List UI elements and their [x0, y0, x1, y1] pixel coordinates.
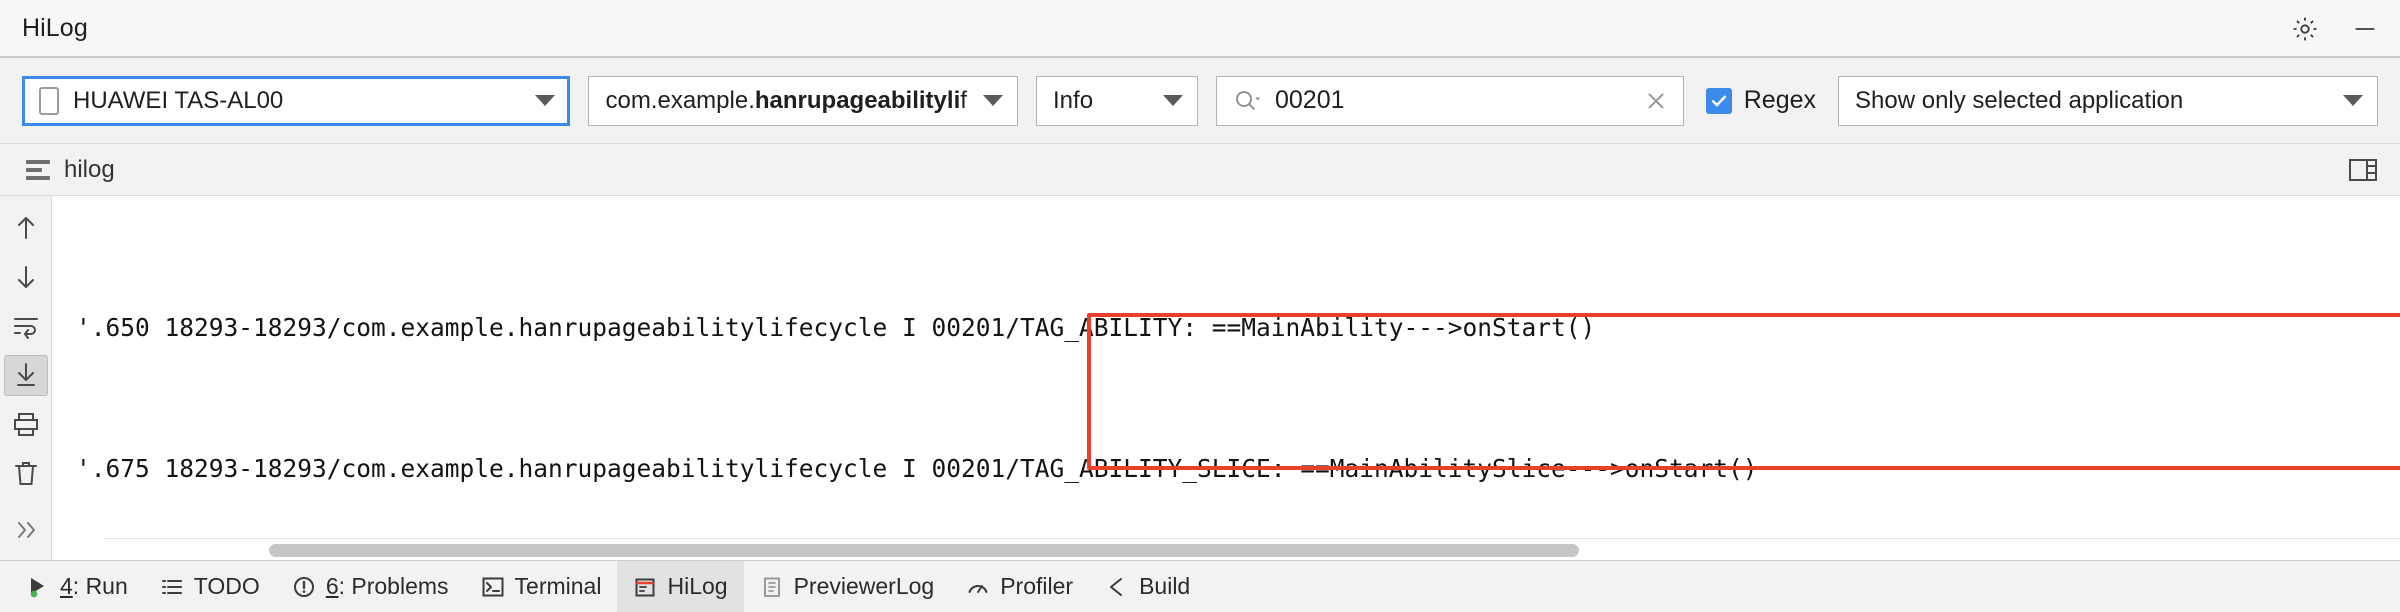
soft-wrap-icon[interactable]	[4, 306, 48, 347]
search-field[interactable]: 00201	[1215, 75, 1684, 126]
filter-scope-selector[interactable]: Show only selected application	[1838, 75, 2378, 126]
chevron-down-icon[interactable]	[519, 95, 556, 106]
status-tab-previewerlog[interactable]: PreviewerLog	[744, 561, 951, 612]
scroll-to-end-icon[interactable]	[3, 354, 48, 396]
terminal-icon	[481, 575, 505, 599]
run-icon	[26, 575, 50, 599]
search-icon[interactable]	[1233, 88, 1263, 114]
status-tab-todo[interactable]: TODO	[144, 561, 276, 612]
status-tab-hilog-label: HiLog	[667, 573, 728, 599]
application-selector-value: com.example.hanrupageabilitylif	[605, 86, 967, 114]
subheader-actions	[2346, 144, 2380, 196]
scroll-down-icon[interactable]	[4, 257, 48, 298]
log-output-pane[interactable]: '.650 18293-18293/com.example.hanrupagea…	[52, 196, 2400, 560]
horizontal-scrollbar[interactable]	[104, 538, 2400, 560]
status-bar: 4: Run TODO 6: Problems Terminal HiLog P…	[0, 560, 2400, 612]
chevron-down-icon[interactable]	[967, 95, 1004, 106]
tab-hilog[interactable]: hilog	[22, 156, 115, 184]
close-icon[interactable]	[1643, 88, 1669, 114]
horizontal-scrollbar-thumb[interactable]	[269, 544, 1579, 557]
hilog-icon	[633, 575, 657, 599]
minimize-icon[interactable]	[2348, 12, 2382, 46]
check-icon[interactable]	[1705, 87, 1732, 114]
device-selector[interactable]: HUAWEI TAS-AL00	[22, 75, 571, 126]
log-line-message: SLICE: ==MainAbilitySlice--->onStart()	[1197, 454, 1758, 483]
filter-toolbar: HUAWEI TAS-AL00 com.example.hanrupageabi…	[0, 58, 2400, 144]
chevron-down-icon[interactable]	[1147, 95, 1183, 106]
status-tab-terminal[interactable]: Terminal	[465, 561, 618, 612]
chevron-down-icon[interactable]	[2327, 95, 2363, 106]
status-tab-problems[interactable]: 6: Problems	[276, 561, 465, 612]
status-tab-problems-label: 6: Problems	[325, 573, 449, 599]
status-tab-profiler-label: Profiler	[1000, 573, 1074, 599]
status-tab-build[interactable]: Build	[1089, 561, 1206, 612]
title-bar-actions	[2288, 0, 2382, 58]
print-icon[interactable]	[4, 404, 48, 445]
log-line-prefix: '.675 18293-18293/com.example.hanrupagea…	[76, 454, 1198, 483]
lines-icon	[26, 159, 50, 180]
title-bar: HiLog	[0, 0, 2400, 58]
status-tab-run[interactable]: 4: Run	[10, 561, 144, 612]
search-input[interactable]: 00201	[1275, 86, 1631, 115]
tab-hilog-label: hilog	[64, 155, 115, 183]
application-selector[interactable]: com.example.hanrupageabilitylif	[588, 75, 1019, 126]
device-selector-value: HUAWEI TAS-AL00	[73, 86, 284, 114]
status-tab-build-label: Build	[1139, 573, 1191, 599]
todo-icon	[160, 575, 184, 599]
status-tab-terminal-label: Terminal	[514, 573, 602, 599]
status-tab-profiler[interactable]: Profiler	[950, 561, 1089, 612]
build-icon	[1105, 575, 1129, 599]
hilog-window: HiLog HUAWEI TAS-AL00 com.example.hanrup	[0, 0, 2400, 612]
page-title: HiLog	[22, 13, 88, 42]
log-lines: '.650 18293-18293/com.example.hanrupagea…	[52, 196, 2400, 560]
status-tab-hilog[interactable]: HiLog	[617, 561, 744, 612]
scroll-up-icon[interactable]	[4, 208, 48, 249]
status-tab-previewerlog-label: PreviewerLog	[793, 573, 935, 599]
profiler-icon	[966, 575, 990, 599]
log-line-message: ==MainAbility--->onStart()	[1197, 313, 1596, 342]
status-tab-run-label: 4: Run	[60, 573, 128, 599]
log-line: '.650 18293-18293/com.example.hanrupagea…	[76, 304, 2400, 351]
filter-scope-value: Show only selected application	[1855, 86, 2184, 114]
phone-icon	[39, 86, 59, 115]
log-line: '.675 18293-18293/com.example.hanrupagea…	[76, 445, 2400, 492]
status-tab-todo-label: TODO	[193, 573, 260, 599]
previewerlog-icon	[760, 575, 784, 599]
log-body: '.650 18293-18293/com.example.hanrupagea…	[0, 196, 2400, 560]
split-layout-icon[interactable]	[2346, 153, 2380, 187]
log-line-prefix: '.650 18293-18293/com.example.hanrupagea…	[76, 313, 1198, 342]
problems-icon	[292, 575, 316, 599]
clear-trash-icon[interactable]	[4, 452, 48, 493]
log-level-selector[interactable]: Info	[1036, 75, 1198, 126]
regex-toggle[interactable]: Regex	[1702, 86, 1820, 115]
expand-more-icon[interactable]	[4, 509, 48, 550]
hilog-subheader: hilog	[0, 144, 2400, 196]
regex-label: Regex	[1743, 86, 1817, 114]
log-level-value: Info	[1053, 86, 1094, 114]
log-side-toolbar	[0, 196, 52, 560]
gear-icon[interactable]	[2288, 12, 2322, 46]
